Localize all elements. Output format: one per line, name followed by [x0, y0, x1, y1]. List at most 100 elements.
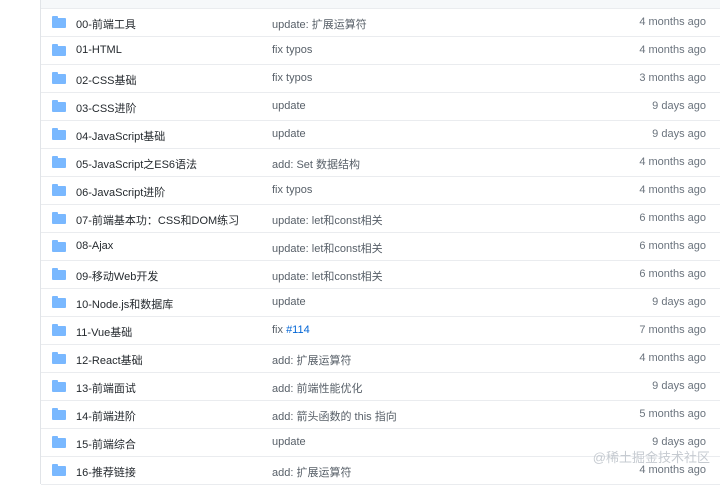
folder-icon	[52, 212, 66, 224]
file-row[interactable]: 02-CSS基础 fix typos 3 months ago	[41, 65, 720, 93]
folder-name-link[interactable]: 13-前端面试	[76, 380, 136, 396]
commit-message-text[interactable]: add: 扩展运算符	[272, 355, 351, 367]
file-row[interactable]: 03-CSS进阶 update 9 days ago	[41, 93, 720, 121]
commit-message[interactable]: add: 扩展运算符	[272, 352, 351, 368]
commit-message-text[interactable]: update: 扩展运算符	[272, 19, 367, 31]
folder-icon	[52, 324, 66, 336]
commit-age: 4 months ago	[639, 184, 706, 196]
file-row[interactable]: 08-Ajax update: let和const相关 6 months ago	[41, 233, 720, 261]
commit-message-text[interactable]: update: let和const相关	[272, 271, 383, 283]
folder-name-link[interactable]: 10-Node.js和数据库	[76, 296, 173, 312]
issue-link[interactable]: #114	[286, 324, 310, 336]
commit-age: 4 months ago	[639, 156, 706, 168]
folder-name-link[interactable]: 05-JavaScript之ES6语法	[76, 156, 197, 172]
commit-age: 9 days ago	[652, 100, 706, 112]
commit-message[interactable]: update: let和const相关	[272, 240, 383, 256]
commit-age: 9 days ago	[652, 128, 706, 140]
commit-age: 9 days ago	[652, 296, 706, 308]
folder-name-link[interactable]: 16-推荐链接	[76, 464, 136, 480]
file-row[interactable]: 13-前端面试 add: 前端性能优化 9 days ago	[41, 373, 720, 401]
folder-icon	[52, 44, 66, 56]
folder-name-link[interactable]: 07-前端基本功：CSS和DOM练习	[76, 212, 239, 228]
commit-age: 6 months ago	[639, 240, 706, 252]
folder-icon	[52, 156, 66, 168]
folder-icon	[52, 72, 66, 84]
commit-age: 5 months ago	[639, 408, 706, 420]
file-row[interactable]: 14-前端进阶 add: 箭头函数的 this 指向 5 months ago	[41, 401, 720, 429]
commit-message-text[interactable]: update: let和const相关	[272, 243, 383, 255]
folder-icon	[52, 128, 66, 140]
commit-message-text[interactable]: add: 前端性能优化	[272, 383, 362, 395]
folder-name-link[interactable]: 15-前端综合	[76, 436, 136, 452]
file-row[interactable]: 05-JavaScript之ES6语法 add: Set 数据结构 4 months…	[41, 149, 720, 177]
commit-message-text[interactable]: add: Set 数据结构	[272, 159, 360, 171]
commit-age: 7 months ago	[639, 324, 706, 336]
commit-message[interactable]: update: let和const相关	[272, 212, 383, 228]
commit-message[interactable]: add: 前端性能优化	[272, 380, 362, 396]
file-row[interactable]: 06-JavaScript进阶 fix typos 4 months ago	[41, 177, 720, 205]
folder-icon	[52, 352, 66, 364]
folder-icon	[52, 240, 66, 252]
commit-message[interactable]: fix typos	[272, 44, 312, 56]
file-table: 00-前端工具 update: 扩展运算符 4 months ago 01-HTML f…	[40, 0, 720, 485]
commit-message-text[interactable]: fix	[272, 324, 283, 336]
folder-name-link[interactable]: 02-CSS基础	[76, 72, 137, 88]
commit-message[interactable]: update	[272, 296, 306, 308]
file-row[interactable]: 12-React基础 add: 扩展运算符 4 months ago	[41, 345, 720, 373]
file-row[interactable]: 01-HTML fix typos 4 months ago	[41, 37, 720, 65]
commit-message-text[interactable]: update	[272, 128, 306, 140]
file-row[interactable]: 10-Node.js和数据库 update 9 days ago	[41, 289, 720, 317]
file-row[interactable]: 00-前端工具 update: 扩展运算符 4 months ago	[41, 9, 720, 37]
commit-age: 4 months ago	[639, 16, 706, 28]
folder-name-link[interactable]: 09-移动Web开发	[76, 268, 158, 284]
folder-icon	[52, 268, 66, 280]
commit-age: 6 months ago	[639, 268, 706, 280]
commit-message[interactable]: update	[272, 436, 306, 448]
folder-name-link[interactable]: 03-CSS进阶	[76, 100, 137, 116]
commit-message[interactable]: add: 箭头函数的 this 指向	[272, 408, 397, 424]
folder-icon	[52, 408, 66, 420]
commit-message[interactable]: fix typos	[272, 184, 312, 196]
file-row[interactable]: 09-移动Web开发 update: let和const相关 6 months ag…	[41, 261, 720, 289]
commit-message[interactable]: update	[272, 100, 306, 112]
commit-message[interactable]: fix typos	[272, 72, 312, 84]
folder-name-link[interactable]: 04-JavaScript基础	[76, 128, 165, 144]
commit-message-text[interactable]: add: 扩展运算符	[272, 467, 351, 479]
commit-message[interactable]: add: Set 数据结构	[272, 156, 360, 172]
file-row[interactable]: 07-前端基本功：CSS和DOM练习 update: let和const相关 6 m…	[41, 205, 720, 233]
commit-age: 3 months ago	[639, 72, 706, 84]
commit-message[interactable]: update	[272, 128, 306, 140]
folder-icon	[52, 436, 66, 448]
file-row[interactable]: 11-Vue基础 fix #114 7 months ago	[41, 317, 720, 345]
commit-message[interactable]: update: let和const相关	[272, 268, 383, 284]
folder-icon	[52, 16, 66, 28]
folder-name-link[interactable]: 12-React基础	[76, 352, 143, 368]
folder-name-link[interactable]: 14-前端进阶	[76, 408, 136, 424]
commit-message-text[interactable]: update	[272, 436, 306, 448]
folder-name-link[interactable]: 06-JavaScript进阶	[76, 184, 165, 200]
folder-icon	[52, 464, 66, 476]
folder-icon	[52, 380, 66, 392]
commit-message-text[interactable]: update: let和const相关	[272, 215, 383, 227]
folder-name-link[interactable]: 11-Vue基础	[76, 324, 132, 340]
watermark: @稀土掘金技术社区	[592, 450, 710, 465]
commit-message-text[interactable]: update	[272, 100, 306, 112]
folder-name-link[interactable]: 00-前端工具	[76, 16, 136, 32]
commit-message-text[interactable]: add: 箭头函数的 this 指向	[272, 411, 397, 423]
commit-message-text[interactable]: fix typos	[272, 44, 312, 56]
commit-age: 9 days ago	[652, 380, 706, 392]
commit-message-text[interactable]: fix typos	[272, 184, 312, 196]
file-list: 00-前端工具 update: 扩展运算符 4 months ago 01-HTML f…	[41, 9, 720, 485]
folder-name-link[interactable]: 08-Ajax	[76, 240, 113, 252]
table-header-strip	[41, 0, 720, 9]
commit-message-text[interactable]: fix typos	[272, 72, 312, 84]
file-row[interactable]: 04-JavaScript基础 update 9 days ago	[41, 121, 720, 149]
commit-message[interactable]: add: 扩展运算符	[272, 464, 351, 480]
folder-name-link[interactable]: 01-HTML	[76, 44, 122, 56]
commit-age: 4 months ago	[639, 44, 706, 56]
commit-message-text[interactable]: update	[272, 296, 306, 308]
commit-message[interactable]: update: 扩展运算符	[272, 16, 367, 32]
folder-icon	[52, 296, 66, 308]
commit-message[interactable]: fix #114	[272, 324, 310, 336]
commit-age: 4 months ago	[639, 352, 706, 364]
